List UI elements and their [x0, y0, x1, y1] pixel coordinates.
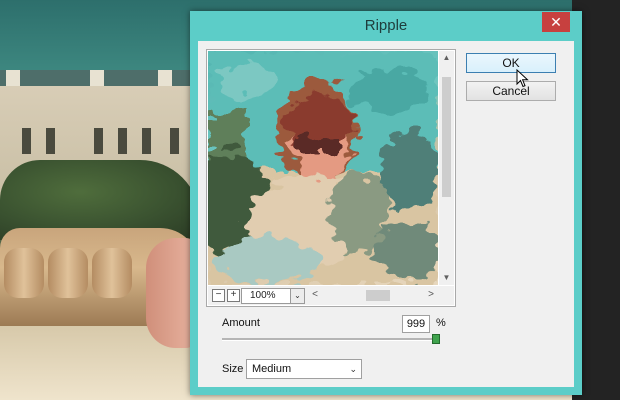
dialog-body: ▲ ▼ − + 100% ⌄ < > OK Cancel Amount 999 …: [198, 41, 574, 387]
scroll-left-arrow[interactable]: <: [310, 289, 320, 300]
size-selected-value: Medium: [252, 363, 292, 375]
vertical-scroll-thumb[interactable]: [442, 77, 451, 197]
preview-image[interactable]: [208, 51, 438, 285]
dialog-title: Ripple: [364, 17, 408, 34]
zoom-in-button[interactable]: +: [227, 289, 240, 302]
preview-vertical-scrollbar[interactable]: ▲ ▼: [439, 51, 454, 285]
preview-zoom-bar: − + 100% ⌄ < >: [208, 286, 454, 305]
horizontal-scroll-thumb[interactable]: [366, 290, 390, 301]
ok-button[interactable]: OK: [466, 53, 556, 73]
zoom-level-value: 100%: [250, 290, 276, 301]
size-select[interactable]: Medium ⌄: [246, 359, 362, 379]
amount-slider-thumb[interactable]: [432, 334, 440, 344]
dialog-titlebar[interactable]: Ripple ✕: [190, 11, 582, 41]
chevron-down-icon[interactable]: ⌄: [290, 289, 304, 303]
zoom-out-button[interactable]: −: [212, 289, 225, 302]
scroll-right-arrow[interactable]: >: [426, 289, 436, 300]
amount-slider-track[interactable]: [222, 338, 440, 341]
filter-preview: ▲ ▼ − + 100% ⌄ < >: [206, 49, 456, 307]
chevron-down-icon: ⌄: [349, 364, 357, 374]
close-button[interactable]: ✕: [542, 12, 570, 32]
amount-label: Amount: [222, 317, 260, 329]
scroll-up-arrow[interactable]: ▲: [439, 51, 454, 65]
amount-unit: %: [436, 317, 446, 329]
close-icon: ✕: [550, 14, 562, 30]
size-label: Size: [222, 363, 244, 375]
zoom-level-select[interactable]: 100% ⌄: [241, 288, 305, 304]
scroll-down-arrow[interactable]: ▼: [439, 271, 454, 285]
mouse-cursor-icon: [516, 69, 529, 88]
amount-input[interactable]: 999: [402, 315, 430, 333]
cancel-button[interactable]: Cancel: [466, 81, 556, 101]
ripple-dialog: Ripple ✕ ▲ ▼ − + 100% ⌄ < > OK Cancel Am…: [190, 11, 582, 395]
